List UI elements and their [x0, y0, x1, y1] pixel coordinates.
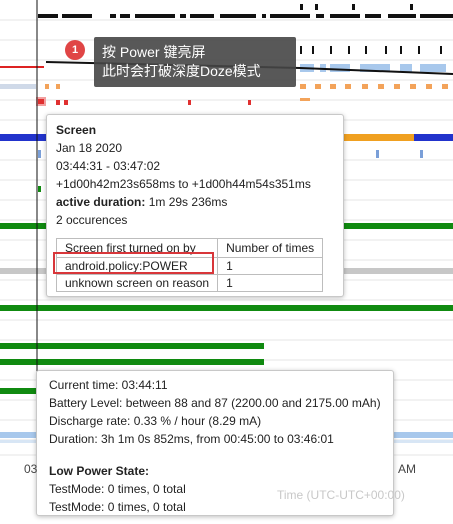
axis-tick-label: 03	[24, 462, 38, 476]
screen-row[interactable]	[36, 97, 310, 106]
table-cell: unknown screen on reason	[55, 274, 219, 292]
active-duration-label: active duration:	[56, 195, 146, 209]
step-badge: 1	[65, 40, 85, 60]
tooltip-active-duration: active duration: 1m 29s 236ms	[56, 193, 334, 211]
active-duration-value: 1m 29s 236ms	[148, 195, 228, 209]
callout-line-2: 此时会打破深度Doze模式	[102, 63, 261, 79]
current-time: Current time: 03:44:11	[49, 378, 168, 392]
table-header-cell: Number of times	[217, 238, 324, 258]
table-row: unknown screen on reason 1	[55, 274, 324, 292]
table-cell: 1	[217, 274, 324, 292]
tooltip-time-range: 03:44:31 - 03:47:02	[56, 159, 161, 173]
table-cell: 1	[217, 257, 324, 275]
highlight-box	[53, 252, 214, 274]
tooltip-date: Jan 18 2020	[56, 141, 123, 155]
annotation-callout: 按 Power 键亮屏 此时会打破深度Doze模式	[94, 37, 296, 87]
tooltip-offset-range: +1d00h42m23s658ms to +1d00h44m54s351ms	[56, 177, 311, 191]
axis-tick-label: AM	[398, 462, 416, 476]
top-wakelock-row	[38, 4, 453, 18]
duration: Duration: 3h 1m 0s 852ms, from 00:45:00 …	[49, 432, 334, 446]
mid-ticks-row	[300, 46, 442, 54]
tooltip-occurrences: 2 occurences	[56, 213, 128, 227]
callout-line-1: 按 Power 键亮屏	[102, 44, 206, 60]
discharge-rate: Discharge rate: 0.33 % / hour (8.29 mA)	[49, 414, 262, 428]
battery-level: Battery Level: between 88 and 87 (2200.0…	[49, 396, 381, 410]
low-power-title: Low Power State:	[49, 464, 150, 478]
axis-title: Time (UTC-UTC+00:00)	[277, 488, 405, 502]
tooltip-title: Screen	[56, 123, 97, 137]
